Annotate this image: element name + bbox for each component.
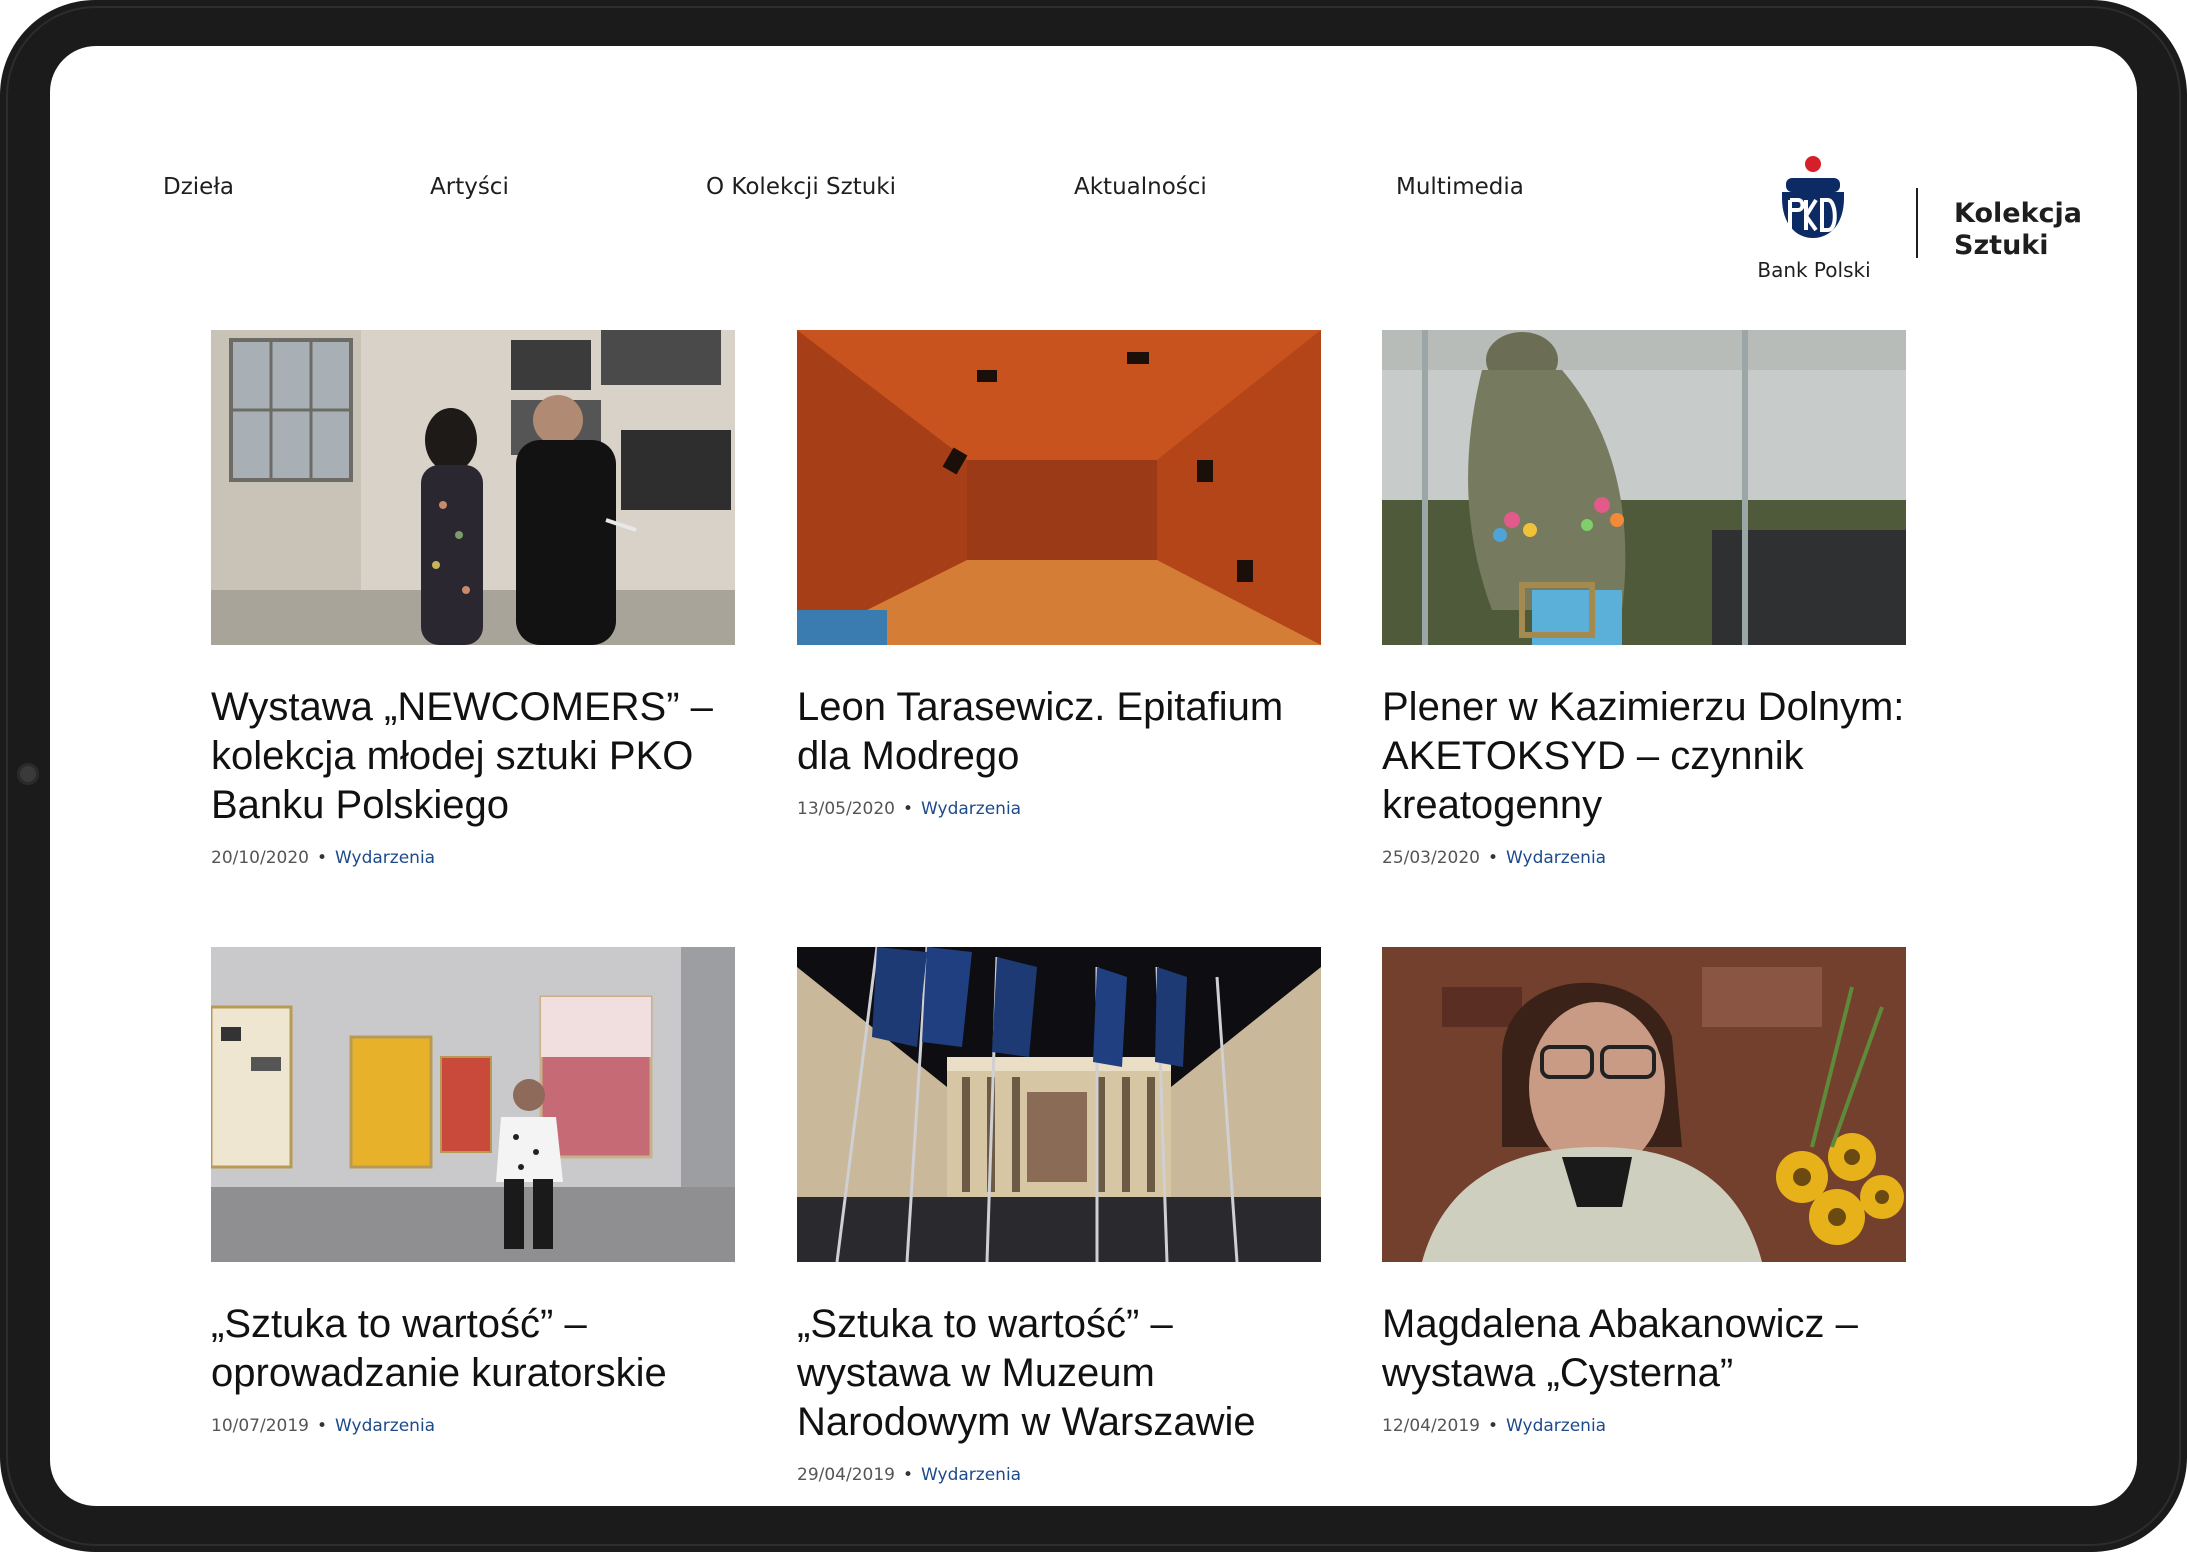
logo-collection-title: Kolekcja Sztuki [1954,198,2082,262]
nav-item-artysci[interactable]: Artyści [430,174,509,200]
article-date: 29/04/2019 [797,1465,895,1485]
meta-separator: • [316,848,328,868]
article-thumbnail[interactable] [1382,330,1906,645]
meta-separator: • [316,1416,328,1436]
article-meta: 13/05/2020 • Wydarzenia [797,799,1321,819]
article-card[interactable]: Leon Tarasewicz. Epitafium dla Modrego 1… [797,330,1321,819]
article-title[interactable]: Plener w Kazimierzu Dolnym: AKETOKSYD – … [1382,683,1906,830]
outdoor-performance-image [1382,330,1906,645]
curator-tour-image [211,947,735,1262]
article-date: 12/04/2019 [1382,1416,1480,1436]
article-card[interactable]: Plener w Kazimierzu Dolnym: AKETOKSYD – … [1382,330,1906,868]
meta-separator: • [902,1465,914,1485]
article-meta: 25/03/2020 • Wydarzenia [1382,848,1906,868]
article-category-link[interactable]: Wydarzenia [335,1416,435,1436]
article-category-link[interactable]: Wydarzenia [1506,1416,1606,1436]
top-navigation: Dzieła Artyści O Kolekcji Sztuki Aktualn… [50,46,2137,306]
article-title[interactable]: Leon Tarasewicz. Epitafium dla Modrego [797,683,1321,781]
article-date: 10/07/2019 [211,1416,309,1436]
nav-item-dziela[interactable]: Dzieła [163,174,234,200]
screen: Dzieła Artyści O Kolekcji Sztuki Aktualn… [50,46,2137,1506]
logo-title-line2: Sztuki [1954,230,2049,261]
article-category-link[interactable]: Wydarzenia [1506,848,1606,868]
article-category-link[interactable]: Wydarzenia [921,799,1021,819]
article-category-link[interactable]: Wydarzenia [335,848,435,868]
nav-item-aktualnosci[interactable]: Aktualności [1074,174,1207,200]
article-thumbnail[interactable] [211,330,735,645]
article-date: 20/10/2020 [211,848,309,868]
brick-cistern-image [797,330,1321,645]
logo-bank-label: Bank Polski [1757,258,1871,282]
logo-divider [1916,188,1918,258]
pko-logo[interactable]: Bank Polski Kolekcja Sztuki [1757,156,2096,286]
abakanowicz-portrait-image [1382,947,1906,1262]
article-title[interactable]: „Sztuka to wartość” – wystawa w Muzeum N… [797,1300,1321,1447]
article-card[interactable]: „Sztuka to wartość” – oprowadzanie kurat… [211,947,735,1436]
meta-separator: • [1487,848,1499,868]
camera-dot [17,763,39,785]
article-title[interactable]: Wystawa „NEWCOMERS” – kolekcja młodej sz… [211,683,735,830]
article-meta: 12/04/2019 • Wydarzenia [1382,1416,1906,1436]
article-category-link[interactable]: Wydarzenia [921,1465,1021,1485]
article-meta: 10/07/2019 • Wydarzenia [211,1416,735,1436]
article-card[interactable]: „Sztuka to wartość” – wystawa w Muzeum N… [797,947,1321,1485]
national-museum-night-image [797,947,1321,1262]
article-title[interactable]: „Sztuka to wartość” – oprowadzanie kurat… [211,1300,735,1398]
article-date: 13/05/2020 [797,799,895,819]
logo-title-line1: Kolekcja [1954,198,2082,229]
article-thumbnail[interactable] [1382,947,1906,1262]
article-thumbnail[interactable] [211,947,735,1262]
article-meta: 20/10/2020 • Wydarzenia [211,848,735,868]
article-thumbnail[interactable] [797,947,1321,1262]
nav-item-o-kolekcji-sztuki[interactable]: O Kolekcji Sztuki [706,174,896,200]
meta-separator: • [1487,1416,1499,1436]
meta-separator: • [902,799,914,819]
tablet-frame: Dzieła Artyści O Kolekcji Sztuki Aktualn… [0,0,2187,1552]
nav-item-multimedia[interactable]: Multimedia [1396,174,1524,200]
article-date: 25/03/2020 [1382,848,1480,868]
article-card[interactable]: Magdalena Abakanowicz – wystawa „Cystern… [1382,947,1906,1436]
gallery-photo-image [211,330,735,645]
pko-bank-icon [1782,156,1844,238]
article-title[interactable]: Magdalena Abakanowicz – wystawa „Cystern… [1382,1300,1906,1398]
article-card[interactable]: Wystawa „NEWCOMERS” – kolekcja młodej sz… [211,330,735,868]
article-meta: 29/04/2019 • Wydarzenia [797,1465,1321,1485]
article-thumbnail[interactable] [797,330,1321,645]
